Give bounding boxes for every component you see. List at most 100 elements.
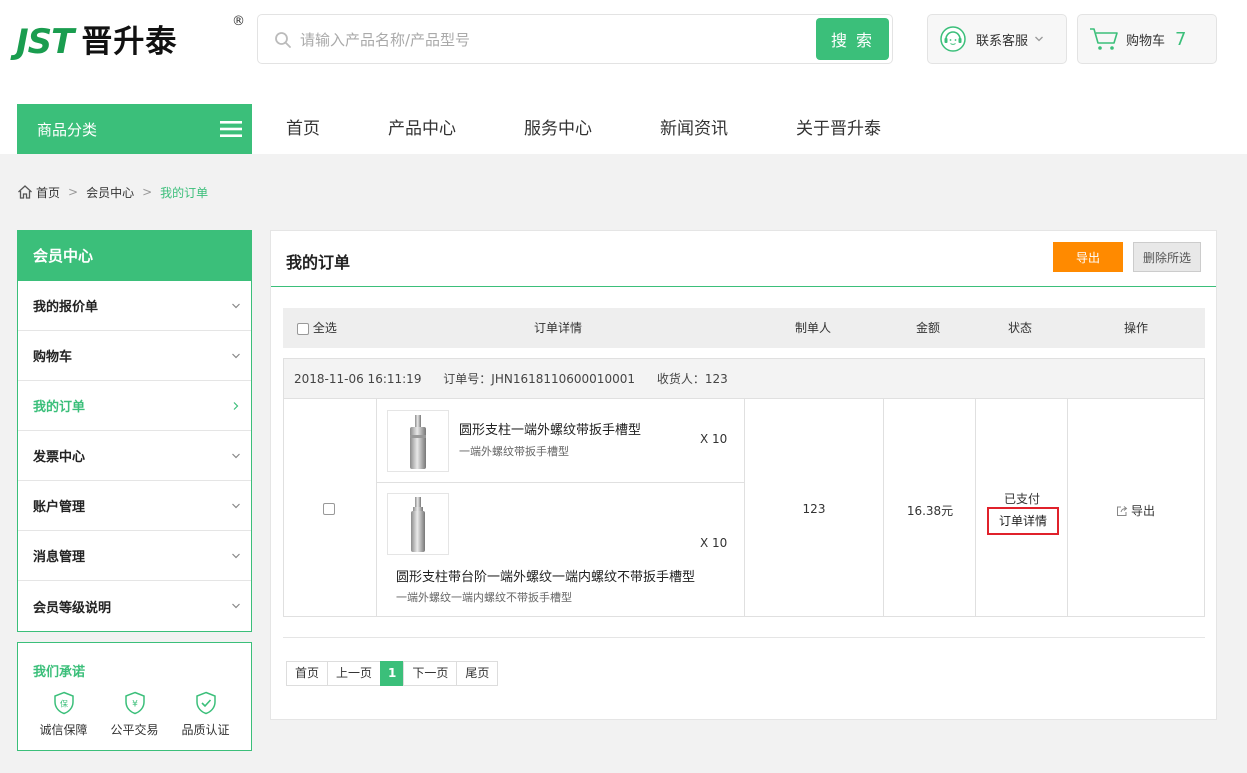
customer-service-label: 联系客服: [976, 33, 1029, 49]
pager-divider: [283, 637, 1205, 638]
chevron-down-icon: [232, 603, 240, 609]
shield-glyph: ¥: [132, 700, 138, 710]
breadcrumb-home[interactable]: 首页: [36, 184, 60, 201]
nav-item-news[interactable]: 新闻资讯: [626, 104, 762, 154]
product-name[interactable]: 圆形支柱一端外螺纹带扳手槽型: [459, 419, 641, 438]
sidebar-item-label: 消息管理: [33, 550, 86, 565]
order-amount: 16.38元: [906, 504, 954, 518]
product-image[interactable]: [387, 493, 449, 555]
sidebar-item-label: 我的报价单: [33, 300, 99, 315]
pagination: 首页 上一页 1 下一页 尾页: [286, 661, 499, 686]
search-icon: [275, 32, 291, 48]
promise-label: 诚信保障: [39, 723, 88, 737]
promise-label: 品质认证: [181, 723, 230, 737]
promise-label: 公平交易: [110, 723, 159, 737]
pager-first[interactable]: 首页: [286, 661, 329, 686]
table-header: 全选 订单详情 制单人 金额 状态 操作: [283, 308, 1205, 348]
home-icon: [18, 185, 32, 199]
order-receiver: 收货人：123: [656, 372, 728, 386]
product-quantity: X 10: [700, 536, 728, 550]
sidebar-item-orders[interactable]: 我的订单: [18, 381, 251, 431]
order-export-label: 导出: [1131, 504, 1156, 518]
sidebar-item-label: 账户管理: [33, 500, 86, 515]
breadcrumb-current: 我的订单: [160, 185, 209, 200]
product-subtitle: 一端外螺纹带扳手槽型: [459, 445, 569, 458]
sidebar-title: 会员中心: [18, 231, 251, 281]
breadcrumb-separator: >: [142, 185, 153, 199]
promise-title: 我们承诺: [33, 665, 86, 680]
order-export-link[interactable]: 导出: [1116, 502, 1155, 519]
order-header: 2018-11-06 16:11:19 订单号：JHN1618110600010…: [284, 359, 1204, 399]
sidebar-item-quotes[interactable]: 我的报价单: [18, 281, 251, 331]
nav-item-home[interactable]: 首页: [252, 104, 354, 154]
pager-current-page[interactable]: 1: [380, 661, 405, 686]
customer-service-button[interactable]: 联系客服: [927, 14, 1067, 64]
customer-service-icon: [940, 26, 966, 52]
category-menu-label: 商品分类: [37, 120, 98, 139]
nav-items: 首页 产品中心 服务中心 新闻资讯 关于晋升泰: [252, 104, 915, 154]
delete-selected-button[interactable]: 删除所选: [1133, 242, 1201, 272]
chevron-right-icon: [233, 401, 239, 410]
product-quantity: X 10: [700, 432, 728, 446]
promise-item-trust: 保 诚信保障: [29, 691, 99, 738]
main-nav: 商品分类 首页 产品中心 服务中心 新闻资讯 关于晋升泰: [0, 104, 1247, 154]
sidebar-item-invoices[interactable]: 发票中心: [18, 431, 251, 481]
orders-panel-header: 我的订单 导出 删除所选: [271, 231, 1216, 287]
search-button[interactable]: 搜 索: [816, 18, 889, 60]
orders-panel: 我的订单 导出 删除所选 全选 订单详情 制单人 金额 状态 操作 2018-1…: [270, 230, 1217, 720]
nav-item-about[interactable]: 关于晋升泰: [762, 104, 915, 154]
chevron-down-icon: [232, 353, 240, 358]
nav-item-service[interactable]: 服务中心: [490, 104, 626, 154]
order-select-checkbox[interactable]: [323, 503, 335, 515]
product-name[interactable]: 圆形支柱带台阶一端外螺纹一端内螺纹不带扳手槽型: [396, 566, 695, 585]
nav-item-products[interactable]: 产品中心: [354, 104, 490, 154]
chevron-down-icon: [1035, 36, 1043, 42]
order-creator: 123: [802, 502, 826, 516]
sidebar-item-label: 会员等级说明: [33, 600, 112, 616]
cart-count-badge: 7: [1175, 28, 1187, 50]
pager-next[interactable]: 下一页: [403, 661, 458, 686]
sidebar-item-levels[interactable]: 会员等级说明: [18, 581, 251, 631]
hamburger-menu-icon: [220, 121, 242, 137]
column-header-creator: 制单人: [794, 321, 831, 335]
select-all-header[interactable]: 全选: [297, 308, 337, 348]
logo-cn-text: 晋升泰: [81, 24, 178, 60]
order-row: 2018-11-06 16:11:19 订单号：JHN1618110600010…: [283, 358, 1205, 617]
shield-icon: 保: [53, 691, 74, 715]
category-menu-button[interactable]: 商品分类: [17, 104, 252, 154]
export-button[interactable]: 导出: [1053, 242, 1123, 272]
sidebar-item-cart[interactable]: 购物车: [18, 331, 251, 381]
order-detail-link[interactable]: 订单详情: [987, 507, 1059, 535]
sidebar-item-messages[interactable]: 消息管理: [18, 531, 251, 581]
promise-item-fair: ¥ 公平交易: [100, 691, 170, 738]
column-divider: [376, 399, 377, 617]
top-header: JST 晋升泰 ® 搜 索 联系客服 购物车: [0, 0, 1247, 154]
standoff-image: [410, 415, 426, 469]
promise-box: 我们承诺 保 诚信保障 ¥ 公平交易 品质认证: [17, 642, 252, 751]
column-divider: [1067, 399, 1068, 617]
product-image[interactable]: [387, 410, 449, 472]
search-bar: 搜 索: [257, 14, 893, 64]
cart-icon: [1090, 28, 1118, 50]
sidebar-item-label: 购物车: [33, 350, 73, 365]
column-header-action: 操作: [1123, 321, 1148, 335]
product-subtitle: 一端外螺纹一端内螺纹不带扳手槽型: [396, 591, 572, 604]
chevron-down-icon: [232, 503, 240, 508]
standoff-image: [411, 497, 425, 552]
pager-last[interactable]: 尾页: [456, 661, 499, 686]
breadcrumb-member[interactable]: 会员中心: [86, 184, 134, 201]
column-header-status: 状态: [1007, 321, 1032, 335]
order-date: 2018-11-06 16:11:19: [294, 372, 422, 386]
column-header-amount: 金额: [915, 321, 940, 335]
logo[interactable]: JST 晋升泰 ®: [16, 14, 245, 62]
share-export-icon: [1117, 505, 1128, 516]
promise-item-quality: 品质认证: [171, 691, 241, 738]
sidebar-item-account[interactable]: 账户管理: [18, 481, 251, 531]
search-input[interactable]: [300, 28, 800, 52]
pager-prev[interactable]: 上一页: [327, 661, 382, 686]
sidebar-item-label: 我的订单: [33, 400, 86, 415]
chevron-down-icon: [232, 303, 240, 308]
cart-button[interactable]: 购物车 7: [1077, 14, 1217, 64]
chevron-down-icon: [232, 553, 240, 558]
select-all-checkbox[interactable]: [297, 322, 309, 335]
